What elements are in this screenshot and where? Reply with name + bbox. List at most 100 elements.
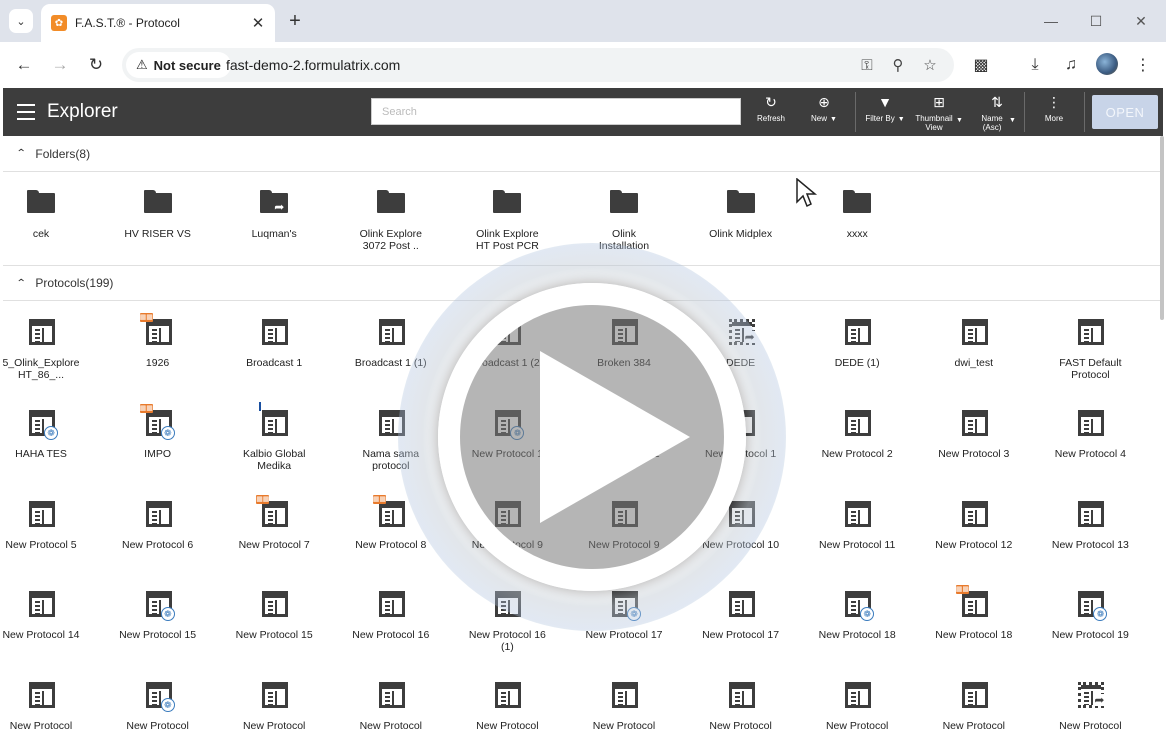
maximize-icon[interactable]: ☐ bbox=[1083, 8, 1109, 34]
protocol-tile[interactable]: dwi_test bbox=[919, 315, 1029, 369]
protocol-tile[interactable]: New Protocol 6 bbox=[103, 497, 213, 551]
protocol-tile[interactable]: New Protocol bbox=[219, 678, 329, 732]
network-badge-icon: ❁ bbox=[160, 425, 175, 440]
protocol-tile[interactable]: New Protocol 11 bbox=[802, 497, 912, 551]
protocol-tile[interactable]: New Protocol bbox=[686, 678, 796, 732]
protocol-name: FAST Default Protocol bbox=[1059, 357, 1122, 381]
protocol-name: New Protocol 18 bbox=[818, 629, 896, 642]
security-chip[interactable]: ⚠ Not secure bbox=[126, 52, 231, 78]
new-button[interactable]: ⊕ New ▼ bbox=[806, 93, 842, 133]
protocol-tile[interactable]: New Protocol 13 bbox=[1035, 497, 1145, 551]
protocol-tile[interactable]: New Protocol 5 bbox=[3, 497, 96, 551]
protocol-tile[interactable]: Kalbio Global Medika bbox=[219, 401, 329, 472]
folder-icon bbox=[607, 186, 641, 220]
window-close-icon[interactable]: ✕ bbox=[1128, 8, 1154, 34]
key-icon[interactable]: ⚿ bbox=[857, 55, 877, 75]
zoom-icon[interactable]: ⚲ bbox=[888, 55, 908, 75]
protocol-tile[interactable]: DEDE (1) bbox=[802, 315, 912, 369]
toolbar-divider bbox=[855, 92, 856, 132]
grid-view-icon: ⊞ bbox=[933, 94, 945, 110]
protocol-tile[interactable]: New Protocol bbox=[569, 678, 679, 732]
forward-icon[interactable]: → bbox=[48, 53, 72, 77]
open-button[interactable]: OPEN bbox=[1092, 95, 1158, 129]
folder-tile[interactable]: Olink Midplex bbox=[686, 186, 796, 240]
protocol-icon bbox=[840, 678, 874, 712]
protocol-tile[interactable]: New Protocol bbox=[336, 678, 446, 732]
protocol-name: New Protocol 7 bbox=[238, 538, 310, 551]
folder-tile[interactable]: ➦ Luqman's bbox=[219, 186, 329, 240]
protocol-tile[interactable]: New Protocol 12 bbox=[919, 497, 1029, 551]
folder-tile[interactable]: Olink Explore 3072 Post .. bbox=[336, 186, 446, 252]
protocol-tile[interactable]: New Protocol 16 bbox=[336, 587, 446, 641]
protocol-tile[interactable]: ❁ New Protocol 15 bbox=[103, 587, 213, 641]
protocol-name: New Protocol bbox=[709, 720, 772, 733]
protocol-tile[interactable]: New Protocol 15 bbox=[219, 587, 329, 641]
caret-down-icon: ▼ bbox=[830, 116, 837, 123]
protocol-tile[interactable]: ❁ New Protocol 19 bbox=[1035, 587, 1145, 641]
profile-avatar[interactable] bbox=[1096, 53, 1118, 75]
folder-tile[interactable]: Olink Explore HT Post PCR bbox=[452, 186, 562, 252]
protocol-tile[interactable]: New Protocol bbox=[919, 678, 1029, 732]
protocol-tile[interactable]: New Protocol 2 bbox=[802, 406, 912, 460]
protocol-tile[interactable]: ▦▦ New Protocol 18 bbox=[919, 585, 1029, 641]
extensions-icon[interactable]: ▩ bbox=[969, 53, 993, 77]
protocol-tile[interactable]: New Protocol 4 bbox=[1035, 406, 1145, 460]
protocol-name: New Protocol 13 bbox=[1051, 538, 1129, 551]
minimize-icon[interactable]: — bbox=[1038, 8, 1064, 34]
folder-tile[interactable]: xxxx bbox=[802, 186, 912, 240]
folder-name: Olink Explore 3072 Post .. bbox=[359, 228, 423, 252]
reload-icon[interactable]: ↻ bbox=[84, 53, 108, 77]
close-tab-icon[interactable]: ✕ bbox=[247, 12, 269, 34]
new-tab-icon[interactable]: + bbox=[284, 10, 306, 32]
folders-section-header[interactable]: ⌃ Folders(8) bbox=[3, 136, 1163, 172]
protocol-tile[interactable]: New Protocol bbox=[802, 678, 912, 732]
protocol-icon bbox=[840, 406, 874, 440]
protocol-icon bbox=[24, 315, 58, 349]
protocol-name: New Protocol 12 bbox=[935, 538, 1013, 551]
protocol-icon: ❁ bbox=[840, 587, 875, 622]
protocol-tile[interactable]: New Protocol 3 bbox=[919, 406, 1029, 460]
bookmark-star-icon[interactable]: ☆ bbox=[920, 55, 940, 75]
chevron-up-icon[interactable]: ⌃ bbox=[16, 148, 27, 159]
search-input[interactable] bbox=[371, 98, 741, 125]
sort-button[interactable]: ⇅ Name (Asc)▼ bbox=[973, 93, 1021, 133]
filter-by-button[interactable]: ▼ Filter By ▼ bbox=[863, 93, 907, 133]
refresh-button[interactable]: ↻ Refresh bbox=[756, 93, 786, 133]
omnibox[interactable]: ⚠ Not secure fast-demo-2.formulatrix.com… bbox=[122, 48, 954, 82]
protocol-tile[interactable]: ➦ New Protocol bbox=[1035, 678, 1145, 732]
more-button[interactable]: ⋮ More bbox=[1039, 93, 1069, 133]
back-icon[interactable]: ← bbox=[12, 53, 36, 77]
folder-icon bbox=[490, 186, 524, 220]
book-badge-icon: ▦▦ bbox=[256, 494, 270, 504]
hamburger-menu-icon[interactable] bbox=[17, 102, 35, 122]
browser-tab[interactable]: ✿ F.A.S.T.® - Protocol ✕ bbox=[41, 4, 275, 42]
play-icon[interactable] bbox=[540, 351, 690, 523]
browser-menu-icon[interactable]: ⋮ bbox=[1131, 53, 1155, 77]
url-text[interactable]: fast-demo-2.formulatrix.com bbox=[226, 57, 400, 73]
protocol-tile[interactable]: ❁ New Protocol bbox=[103, 678, 213, 732]
protocol-tile[interactable]: Broadcast 1 bbox=[219, 315, 329, 369]
protocol-tile[interactable]: ❁ HAHA TES bbox=[3, 406, 96, 460]
protocol-tile[interactable]: New Protocol 14 bbox=[3, 587, 96, 641]
protocol-tile[interactable]: ▦▦ 1926 bbox=[103, 313, 213, 369]
protocol-name: New Protocol bbox=[942, 720, 1006, 733]
protocol-tile[interactable]: ▦▦ New Protocol 7 bbox=[219, 494, 329, 551]
vertical-scrollbar[interactable] bbox=[1160, 136, 1164, 320]
protocol-name: DEDE (1) bbox=[834, 357, 880, 369]
protocol-name: New Protocol bbox=[126, 720, 189, 733]
thumbnail-view-button[interactable]: ⊞ Thumbnail View▼ bbox=[913, 93, 965, 133]
protocol-tile[interactable]: 5_Olink_ExploreHT_86_... bbox=[3, 315, 96, 381]
protocol-tile[interactable]: New Protocol bbox=[3, 678, 96, 732]
media-controls-icon[interactable]: ♫ bbox=[1059, 53, 1083, 77]
protocol-tile[interactable]: New Protocol bbox=[452, 678, 562, 732]
protocol-name: New Protocol 5 bbox=[5, 538, 77, 551]
folder-tile[interactable]: HV RISER VS bbox=[103, 186, 213, 240]
protocol-tile[interactable]: ▦▦ ❁ IMPO bbox=[103, 403, 213, 460]
protocol-tile[interactable]: ❁ New Protocol 18 bbox=[802, 587, 912, 641]
chevron-up-icon[interactable]: ⌃ bbox=[16, 278, 27, 289]
download-icon[interactable]: ⤓ bbox=[1023, 53, 1047, 77]
folder-tile[interactable]: cek bbox=[3, 186, 96, 240]
protocol-name: IMPO bbox=[144, 447, 172, 460]
protocol-tile[interactable]: FAST Default Protocol bbox=[1035, 315, 1145, 381]
tab-search-chevron-icon[interactable]: ⌄ bbox=[9, 9, 33, 33]
